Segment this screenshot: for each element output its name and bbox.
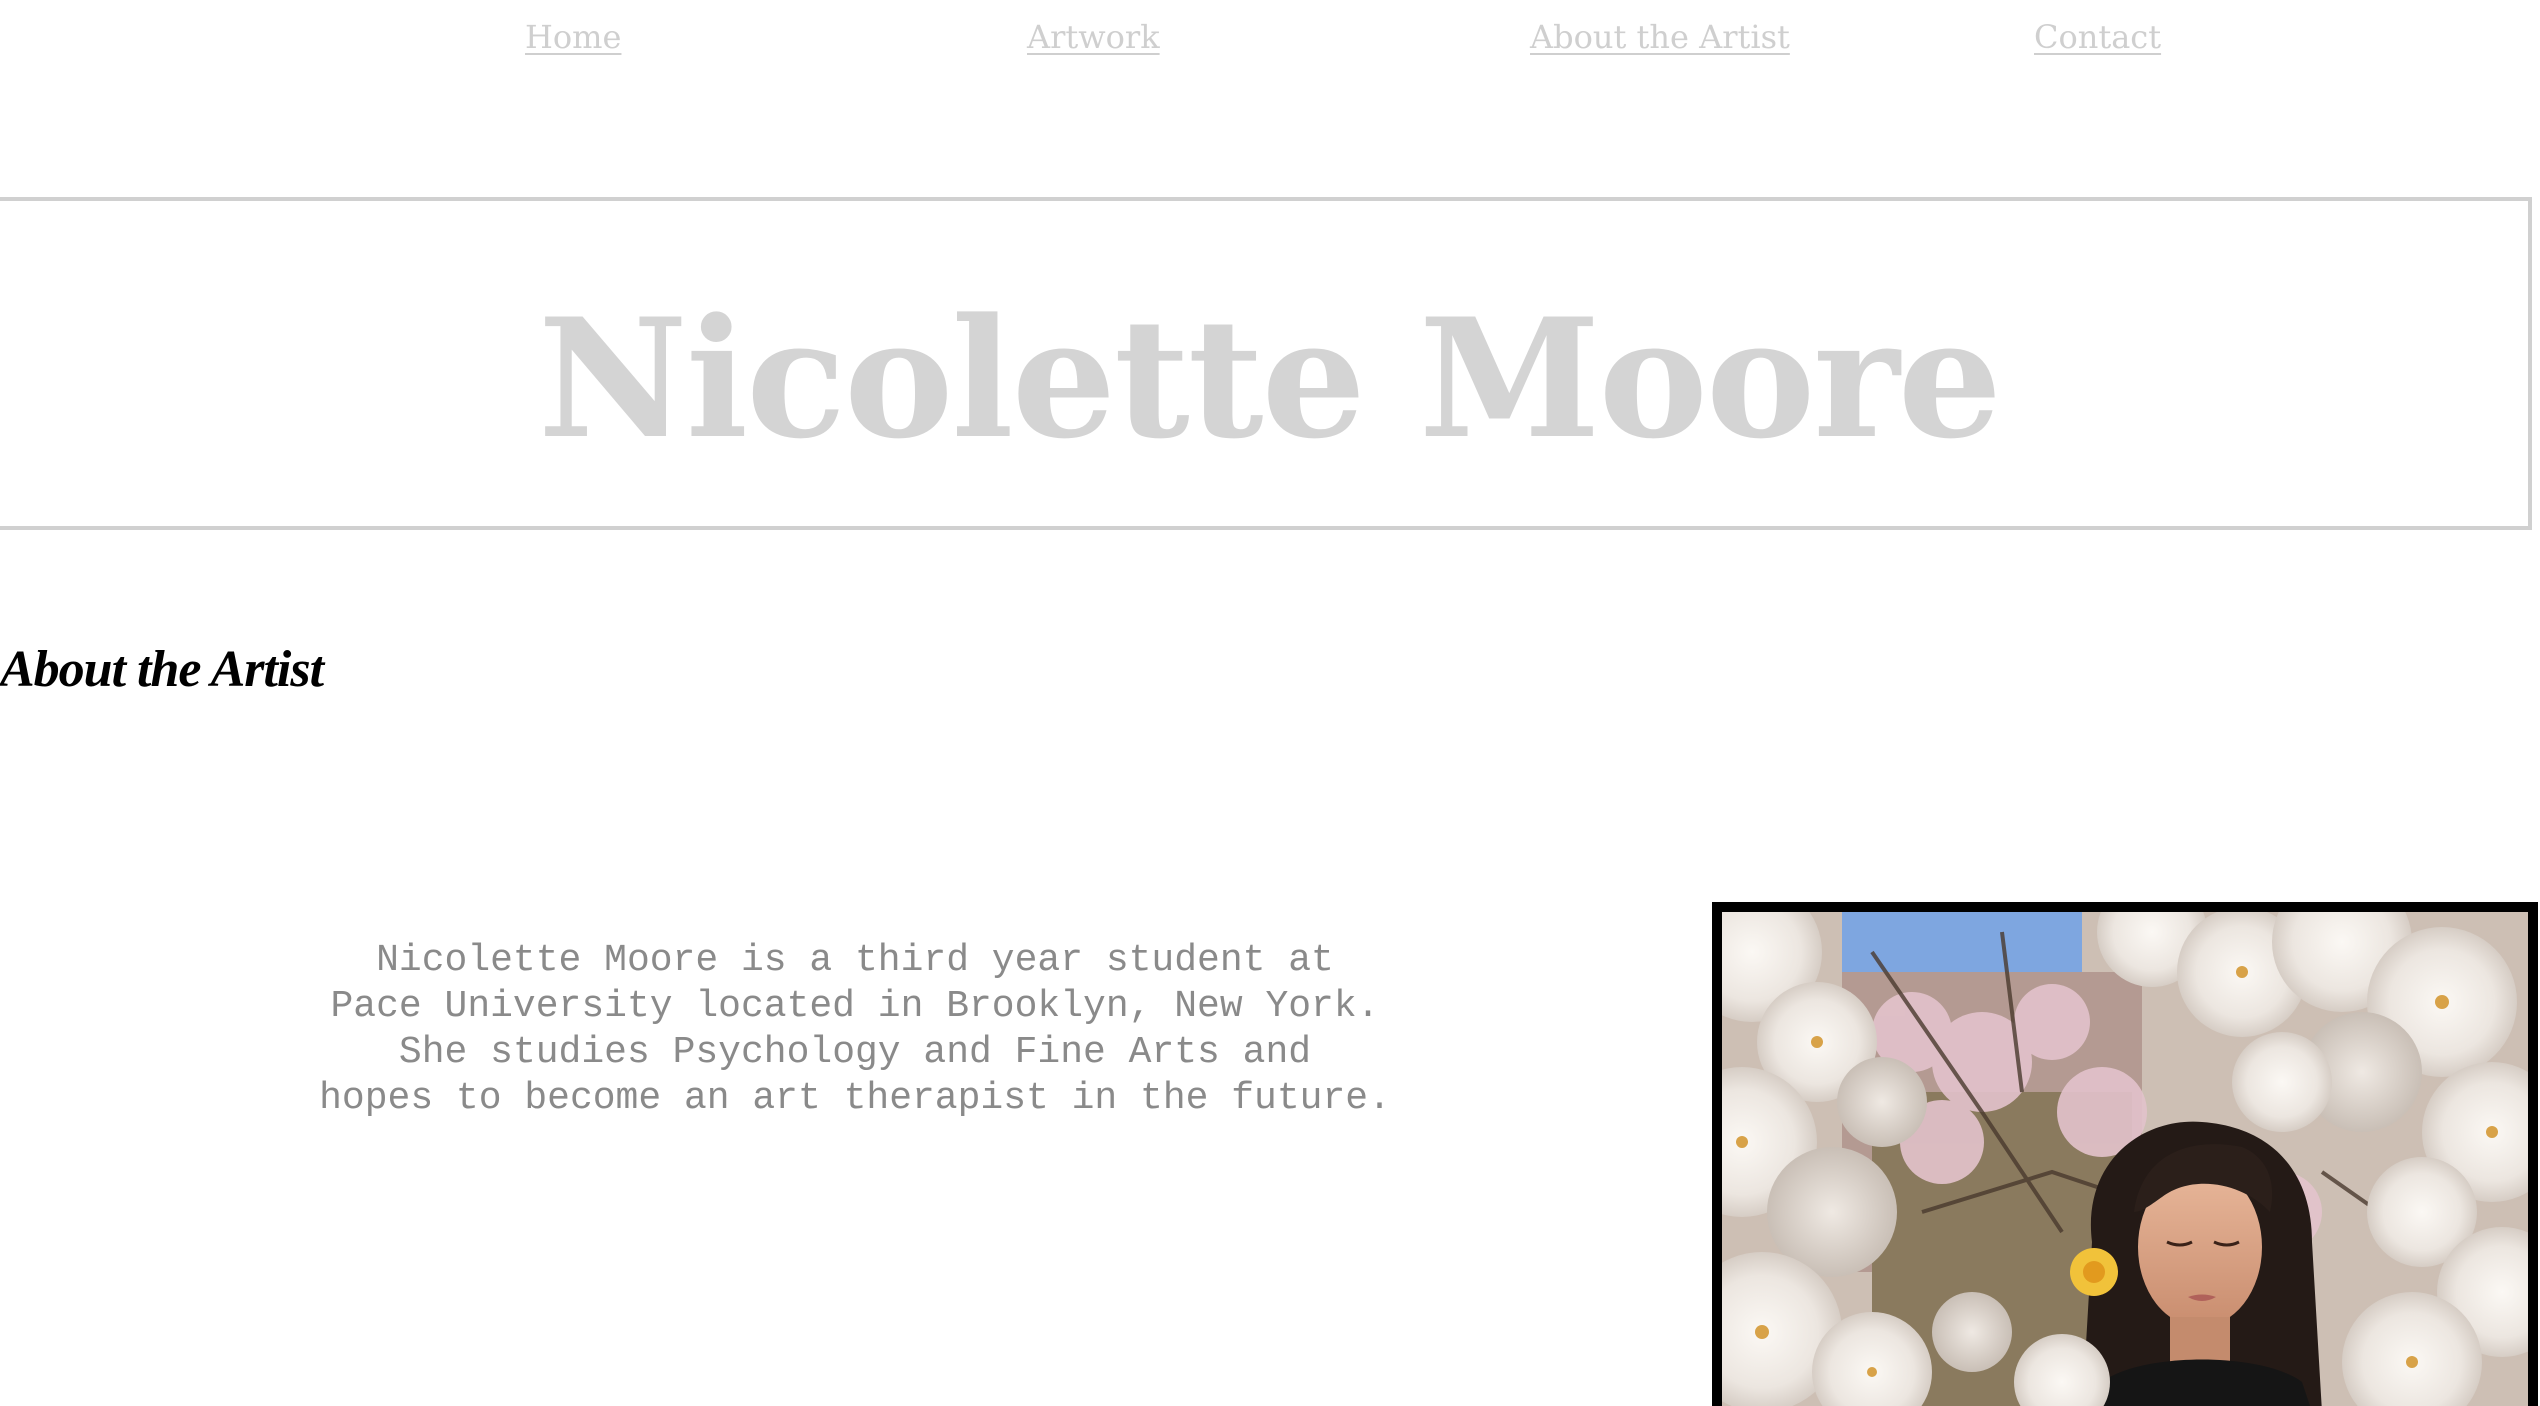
bio-line: She studies Psychology and Fine Arts and: [398, 1031, 1312, 1074]
bio-line: hopes to become an art therapist in the …: [319, 1077, 1391, 1120]
nav-link-home[interactable]: Home: [525, 18, 621, 56]
nav-link-contact[interactable]: Contact: [2034, 18, 2161, 56]
daffodil: [2070, 1248, 2118, 1296]
nav-link-artwork[interactable]: Artwork: [1027, 18, 1160, 56]
bio-line: Nicolette Moore is a third year student …: [376, 939, 1334, 982]
artist-photo: [1712, 902, 2538, 1406]
site-title: Nicolette Moore: [537, 282, 2002, 475]
title-banner: Nicolette Moore: [0, 197, 2532, 530]
artist-photo-image: [1722, 912, 2528, 1406]
artist-bio: Nicolette Moore is a third year student …: [140, 938, 1570, 1122]
nav-link-about-the-artist[interactable]: About the Artist: [1530, 18, 1790, 56]
section-heading: About the Artist: [0, 641, 324, 698]
bio-line: Pace University located in Brooklyn, New…: [330, 985, 1380, 1028]
person-figure: [2082, 1121, 2322, 1406]
